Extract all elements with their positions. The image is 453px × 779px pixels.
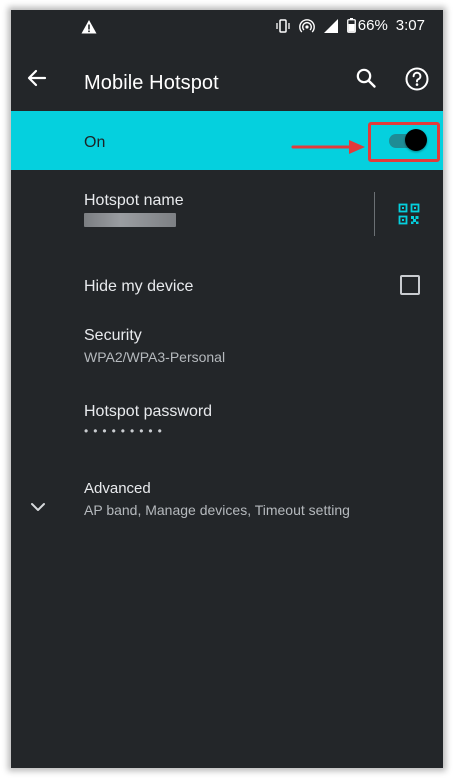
help-circle-icon[interactable] (404, 66, 430, 92)
hotspot-name-row[interactable]: Hotspot name (11, 176, 443, 254)
page-title: Mobile Hotspot (84, 72, 219, 94)
annotation-highlight-box (368, 122, 440, 162)
vibrate-icon (276, 18, 290, 33)
status-bar: 66% 3:07 (11, 10, 443, 46)
clock: 3:07 (395, 17, 425, 34)
hotspot-password-masked: ••••••••• (84, 424, 167, 438)
hotspot-name-title: Hotspot name (84, 192, 184, 209)
divider (374, 192, 375, 236)
annotation-arrow-icon (291, 140, 365, 154)
battery-percent: 66% (357, 17, 388, 34)
advanced-row[interactable]: Advanced AP band, Manage devices, Timeou… (11, 472, 443, 536)
arrow-left-icon[interactable] (25, 66, 49, 90)
search-icon[interactable] (354, 66, 378, 90)
battery-indicator: 66% (346, 17, 388, 34)
security-value: WPA2/WPA3-Personal (84, 349, 226, 365)
battery-icon (346, 18, 356, 33)
hotspot-password-row[interactable]: Hotspot password ••••••••• (11, 396, 443, 462)
advanced-summary: AP band, Manage devices, Timeout setting (84, 502, 350, 518)
status-icons: 66% 3:07 (275, 17, 425, 34)
advanced-title: Advanced (84, 480, 151, 497)
hotspot-icon (298, 18, 315, 32)
security-row[interactable]: Security WPA2/WPA3-Personal (11, 318, 443, 384)
hide-device-title: Hide my device (84, 278, 194, 295)
security-title: Security (84, 327, 142, 344)
chevron-down-icon[interactable] (28, 500, 48, 514)
hotspot-password-title: Hotspot password (84, 403, 213, 420)
hide-device-row[interactable]: Hide my device (11, 260, 443, 316)
alert-triangle-icon (81, 20, 97, 34)
app-bar (11, 46, 443, 110)
master-switch-label: On (84, 134, 106, 151)
phone-screen: 66% 3:07 Mobile Hotspot On Hotspot name … (11, 10, 443, 768)
hide-device-checkbox[interactable] (400, 275, 420, 295)
qr-code-icon[interactable] (398, 203, 420, 225)
hotspot-name-value-redacted (84, 213, 176, 227)
signal-icon (323, 18, 338, 33)
